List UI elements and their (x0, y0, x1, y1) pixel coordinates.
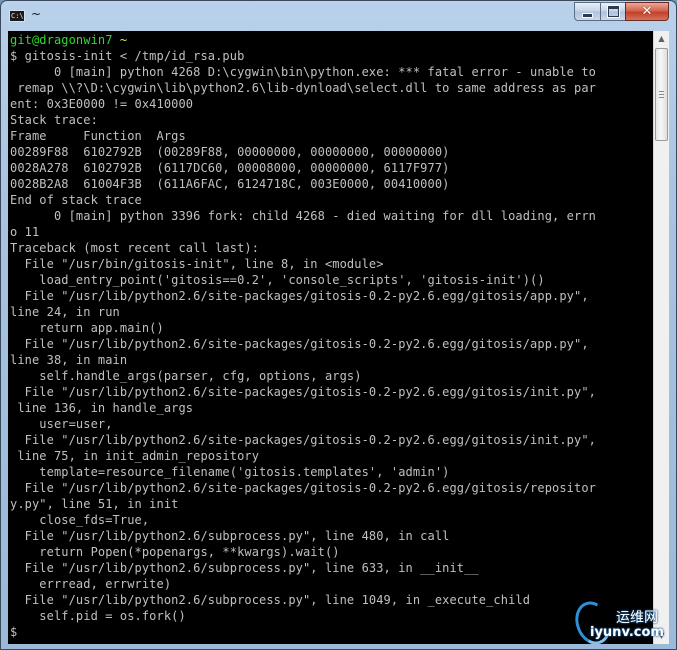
console-line: ent: 0x3E0000 != 0x410000 (10, 97, 194, 111)
prompt-path: ~ (112, 33, 128, 47)
grip-line (659, 91, 664, 92)
scrollbar-thumb[interactable] (655, 48, 668, 141)
vertical-scrollbar[interactable]: ▲ ▼ (653, 31, 669, 644)
console-line: Stack trace: (10, 113, 98, 127)
console-line: line 75, in init_admin_repository (10, 449, 260, 463)
window-title: ~ (31, 7, 42, 21)
console-line: o 11 (10, 225, 40, 239)
console-app-icon[interactable]: C:\ (9, 10, 25, 22)
console-line: line 38, in main (10, 353, 128, 367)
console-line: y.py", line 51, in init (10, 497, 179, 511)
swirl-logo-icon (569, 596, 617, 650)
console-line: self.pid = os.fork() (10, 609, 186, 623)
close-icon: ✕ (641, 4, 653, 19)
window-controls: ✕ (574, 2, 669, 22)
console-line: $ (10, 625, 18, 639)
console-line: line 136, in handle_args (10, 401, 194, 415)
terminal-window: C:\ ~ ✕ git@dragonwin7 ~ $ gitosis-init <… (0, 0, 677, 650)
watermark-logo: 运维网 iyunv.com (569, 596, 671, 650)
console-line: 0028B2A8 61004F3B (611A6FAC, 6124718C, 0… (10, 177, 450, 191)
title-bar[interactable]: C:\ ~ ✕ (1, 1, 676, 31)
console-line: File "/usr/lib/python2.6/subprocess.py",… (10, 529, 450, 543)
minimize-button[interactable] (574, 2, 601, 21)
console-line: return app.main() (10, 321, 164, 335)
maximize-button[interactable] (600, 2, 626, 21)
console-line: File "/usr/lib/python2.6/subprocess.py",… (10, 561, 479, 575)
maximize-icon (607, 6, 619, 17)
watermark-url: iyunv.com (590, 625, 664, 640)
console-line: 00289F88 6102792B (00289F88, 00000000, 0… (10, 145, 450, 159)
console-line: File "/usr/bin/gitosis-init", line 8, in… (10, 257, 384, 271)
console-line: File "/usr/lib/python2.6/site-packages/g… (10, 385, 596, 399)
watermark-brand: 运维网 (616, 610, 658, 626)
console-line: File "/usr/lib/python2.6/site-packages/g… (10, 289, 589, 303)
arrow-up-icon[interactable]: ▲ (654, 31, 669, 47)
console-output[interactable]: git@dragonwin7 ~ $ gitosis-init < /tmp/id… (10, 32, 653, 644)
console-line: File "/usr/lib/python2.6/site-packages/g… (10, 481, 596, 495)
console-line: File "/usr/lib/python2.6/site-packages/g… (10, 337, 589, 351)
console-line: return Popen(*popenargs, **kwargs).wait(… (10, 545, 340, 559)
console-line: 0 [main] python 3396 fork: child 4268 - … (10, 209, 596, 223)
close-button[interactable]: ✕ (625, 2, 669, 21)
console-line: self.handle_args(parser, cfg, options, a… (10, 369, 362, 383)
terminal-client-area[interactable]: git@dragonwin7 ~ $ gitosis-init < /tmp/id… (8, 31, 669, 644)
console-line: close_fds=True, (10, 513, 150, 527)
console-line: user=user, (10, 417, 113, 431)
console-line: errread, errwrite) (10, 577, 172, 591)
console-line: 0028A278 6102792B (6117DC60, 00008000, 0… (10, 161, 450, 175)
grip-line (659, 97, 664, 98)
console-line: End of stack trace (10, 193, 142, 207)
minimize-icon (583, 13, 592, 17)
console-line: template=resource_filename('gitosis.temp… (10, 465, 450, 479)
grip-line (659, 94, 664, 95)
prompt-line: git@dragonwin7 ~ (10, 32, 653, 48)
console-line: Traceback (most recent call last): (10, 241, 260, 255)
console-line: load_entry_point('gitosis==0.2', 'consol… (10, 273, 545, 287)
console-line: Frame Function Args (10, 129, 186, 143)
console-line: File "/usr/lib/python2.6/site-packages/g… (10, 433, 596, 447)
prompt-user-host: git@dragonwin7 (10, 33, 113, 47)
console-line: line 24, in run (10, 305, 120, 319)
console-line: $ gitosis-init < /tmp/id_rsa.pub (10, 49, 245, 63)
console-line: remap \\?\D:\cygwin\lib\python2.6\lib-dy… (10, 81, 596, 95)
console-line: 0 [main] python 4268 D:\cygwin\bin\pytho… (10, 65, 596, 79)
console-line: File "/usr/lib/python2.6/subprocess.py",… (10, 593, 531, 607)
